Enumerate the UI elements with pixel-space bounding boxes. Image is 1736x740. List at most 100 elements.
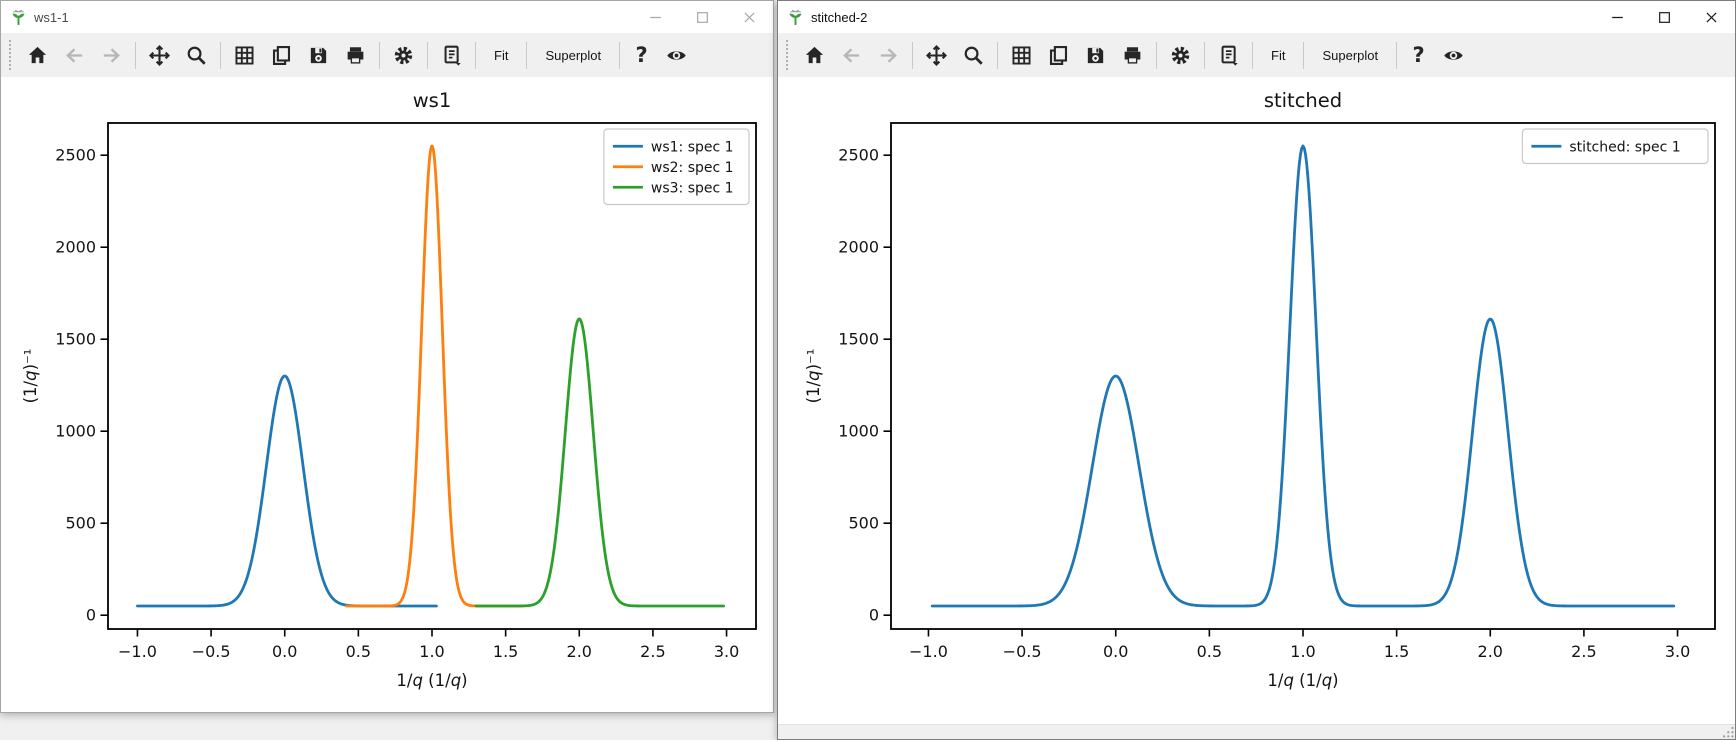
x-tick-label: 3.0 (714, 642, 739, 661)
series-line-ws3 (476, 319, 723, 606)
back-arrow-icon (63, 44, 86, 67)
x-tick-label: −0.5 (1003, 642, 1042, 661)
zoom-button[interactable] (955, 36, 992, 74)
forward-button[interactable] (93, 36, 130, 74)
home-button[interactable] (19, 36, 56, 74)
pan-button[interactable] (141, 36, 178, 74)
minimize-icon (647, 9, 664, 26)
plot-window-ws1: ws1-1 Fit S (0, 0, 774, 713)
script-icon (1217, 44, 1240, 67)
plot-options-button[interactable] (1162, 36, 1199, 74)
forward-arrow-icon (877, 44, 900, 67)
plot-options-button[interactable] (385, 36, 422, 74)
plot-toolbar: Fit Superplot ? (778, 33, 1735, 77)
series-line-stitched (932, 146, 1674, 606)
back-arrow-icon (840, 44, 863, 67)
x-tick-label: 1.5 (1384, 642, 1409, 661)
y-axis-label: (1/q)⁻¹ (804, 349, 823, 404)
superplot-button[interactable]: Superplot (532, 36, 614, 74)
mantid-logo-icon (787, 9, 804, 26)
save-button[interactable] (300, 36, 337, 74)
legend-entry: ws1: spec 1 (651, 139, 734, 155)
generate-script-button[interactable] (433, 36, 470, 74)
copy-button[interactable] (263, 36, 300, 74)
minimize-icon (1609, 9, 1626, 26)
toolbar-drag-handle[interactable] (786, 40, 788, 70)
y-tick-label: 2000 (838, 238, 879, 257)
forward-button[interactable] (870, 36, 907, 74)
toggle-legend-button[interactable] (658, 36, 695, 74)
plot-canvas[interactable]: ws1−1.0−0.50.00.51.01.52.02.53.005001000… (1, 77, 773, 712)
x-tick-label: 2.5 (1571, 642, 1596, 661)
title-bar[interactable]: ws1-1 (1, 1, 773, 33)
x-tick-label: 0.0 (272, 642, 297, 661)
x-axis-label: 1/q (1/q) (1267, 671, 1338, 690)
x-tick-label: 1.5 (493, 642, 518, 661)
print-icon (1121, 44, 1144, 67)
minimize-button[interactable] (1594, 1, 1641, 33)
home-button[interactable] (796, 36, 833, 74)
y-tick-label: 1500 (838, 330, 879, 349)
toolbar-separator (1252, 42, 1253, 69)
toolbar-separator (220, 42, 221, 69)
legend-entry: ws3: spec 1 (651, 180, 734, 196)
y-tick-label: 1500 (55, 330, 96, 349)
home-icon (803, 44, 826, 67)
toolbar-drag-handle[interactable] (9, 40, 11, 70)
generate-script-button[interactable] (1210, 36, 1247, 74)
series-line-ws2 (347, 146, 521, 606)
close-button[interactable] (726, 1, 773, 33)
toggle-legend-button[interactable] (1435, 36, 1472, 74)
maximize-button[interactable] (1641, 1, 1688, 33)
plot-toolbar: Fit Superplot ? (1, 33, 773, 77)
maximize-button[interactable] (679, 1, 726, 33)
toolbar-separator (997, 42, 998, 69)
back-button[interactable] (833, 36, 870, 74)
x-tick-label: 2.0 (1478, 642, 1503, 661)
plot-canvas[interactable]: stitched−1.0−0.50.00.51.01.52.02.53.0050… (778, 77, 1735, 724)
x-tick-label: −1.0 (118, 642, 157, 661)
back-button[interactable] (56, 36, 93, 74)
y-axis-label: (1/q)⁻¹ (21, 349, 40, 404)
eye-icon (1442, 44, 1465, 67)
forward-arrow-icon (100, 44, 123, 67)
minimize-button[interactable] (632, 1, 679, 33)
grid-toggle-button[interactable] (226, 36, 263, 74)
y-tick-label: 500 (848, 514, 879, 533)
grid-toggle-button[interactable] (1003, 36, 1040, 74)
x-tick-label: −1.0 (909, 642, 948, 661)
x-tick-label: 0.5 (1197, 642, 1222, 661)
fit-button[interactable]: Fit (1258, 36, 1298, 74)
print-button[interactable] (1114, 36, 1151, 74)
pan-button[interactable] (918, 36, 955, 74)
resize-grip-icon[interactable] (1721, 725, 1735, 739)
plot-figure-ws1: ws1−1.0−0.50.00.51.01.52.02.53.005001000… (1, 77, 773, 712)
copy-icon (1047, 44, 1070, 67)
legend[interactable]: ws1: spec 1ws2: spec 1ws3: spec 1 (604, 129, 749, 205)
save-button[interactable] (1077, 36, 1114, 74)
save-floppy-icon (307, 44, 330, 67)
grid-icon (1010, 44, 1033, 67)
help-button[interactable]: ? (625, 36, 658, 74)
superplot-button[interactable]: Superplot (1309, 36, 1391, 74)
window-title: stitched-2 (811, 10, 867, 25)
x-tick-label: 0.0 (1103, 642, 1128, 661)
plot-figure-stitched: stitched−1.0−0.50.00.51.01.52.02.53.0050… (778, 77, 1735, 724)
title-bar[interactable]: stitched-2 (778, 1, 1735, 33)
toolbar-separator (427, 42, 428, 69)
fit-button[interactable]: Fit (481, 36, 521, 74)
print-button[interactable] (337, 36, 374, 74)
chart-title: stitched (1264, 89, 1342, 112)
help-button[interactable]: ? (1402, 36, 1435, 74)
window-title: ws1-1 (34, 10, 69, 25)
x-tick-label: 2.5 (640, 642, 665, 661)
zoom-button[interactable] (178, 36, 215, 74)
x-tick-label: 3.0 (1665, 642, 1690, 661)
window-controls (632, 1, 773, 33)
toolbar-separator (526, 42, 527, 69)
close-button[interactable] (1688, 1, 1735, 33)
legend[interactable]: stitched: spec 1 (1522, 129, 1708, 164)
gear-icon (392, 44, 415, 67)
x-tick-label: 1.0 (1290, 642, 1315, 661)
copy-button[interactable] (1040, 36, 1077, 74)
